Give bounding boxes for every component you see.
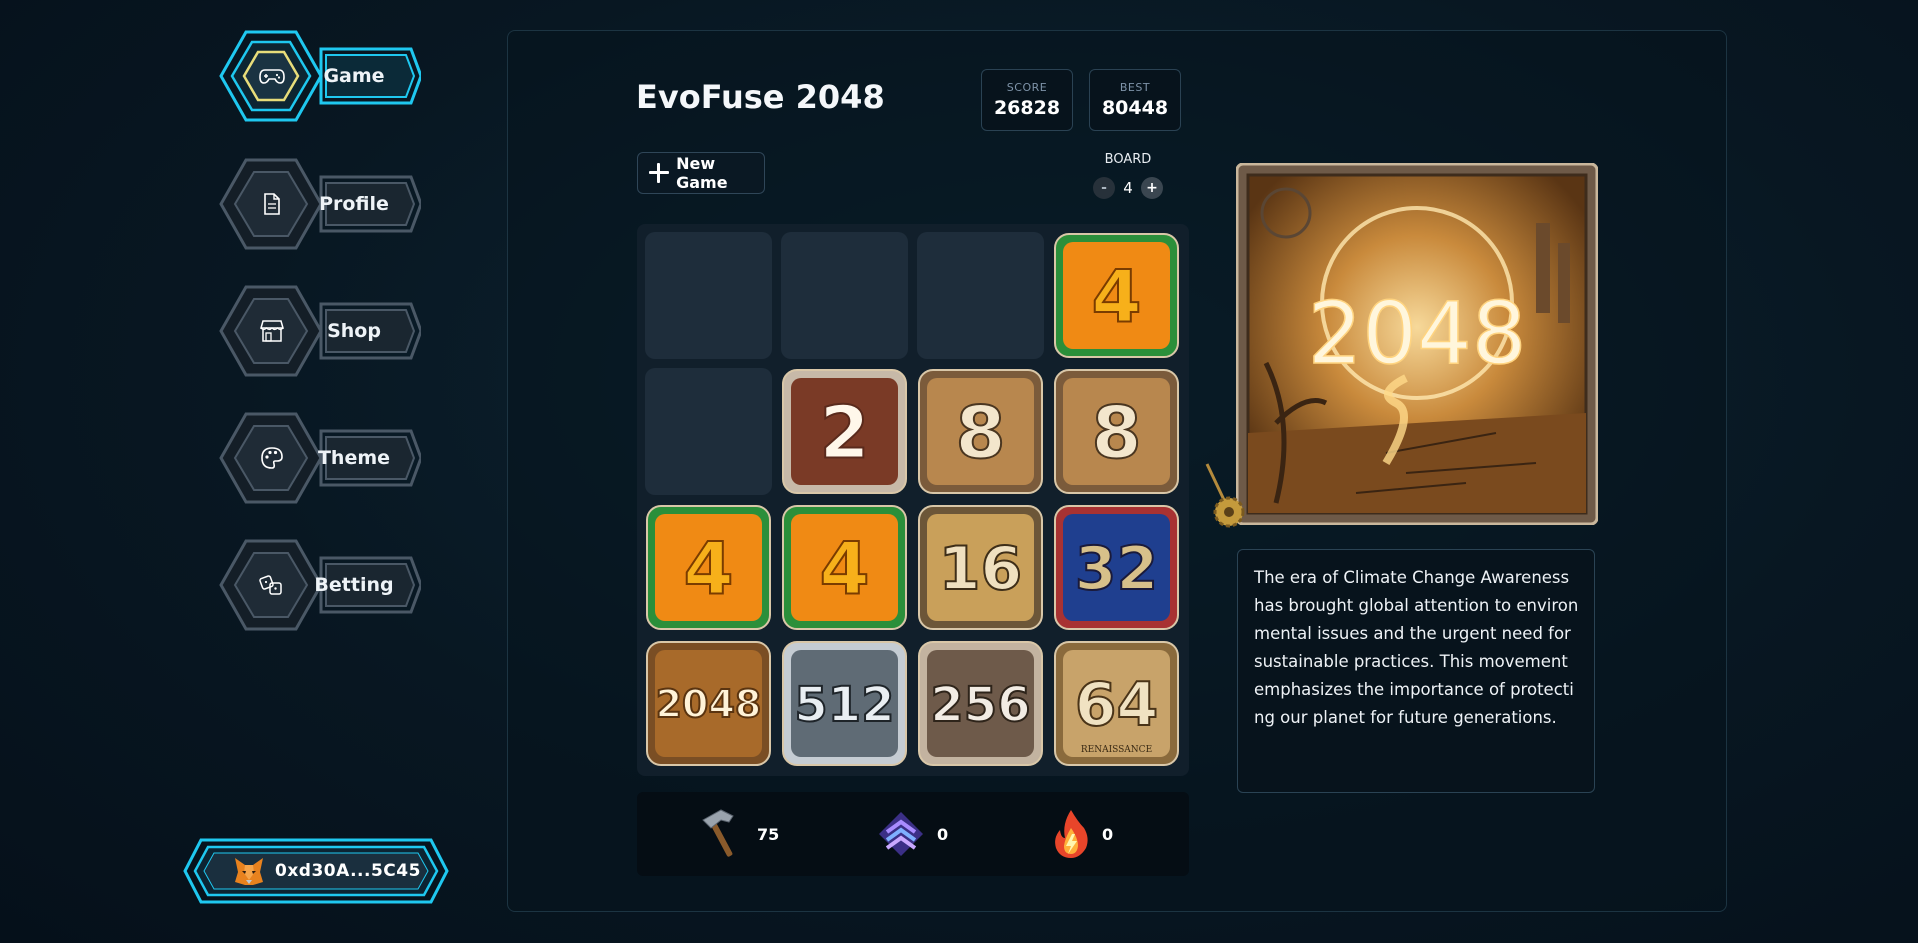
gamepad-icon	[254, 58, 290, 94]
new-game-label: New Game	[676, 154, 728, 192]
booster-hammer[interactable]: 75	[699, 808, 779, 860]
featured-tile-artwork: 2048	[1235, 162, 1599, 526]
tile-value: 64	[1075, 670, 1159, 740]
dice-icon	[254, 567, 290, 603]
upgrade-chevrons-icon	[879, 812, 923, 856]
booster-count: 0	[1102, 824, 1114, 844]
board-size-label: BOARD	[1104, 152, 1152, 167]
nav-label: Theme	[317, 447, 391, 469]
tile-value: 4	[683, 526, 733, 610]
best-value: 80448	[1101, 97, 1169, 119]
store-icon	[254, 313, 290, 349]
tile-value: 512	[794, 677, 894, 733]
tile-value: 2048	[656, 682, 762, 726]
tile-value: 32	[1075, 534, 1159, 604]
empty-cell	[645, 368, 772, 495]
tile-value: 4	[819, 526, 869, 610]
tile-value: 8	[955, 390, 1005, 474]
tile-2: 2	[781, 368, 908, 495]
tile-16: 16	[917, 504, 1044, 631]
tile-8: 8	[917, 368, 1044, 495]
tile-value: 4	[1091, 254, 1141, 338]
nav-item-shop[interactable]: Shop	[216, 285, 421, 377]
empty-cell	[917, 232, 1044, 359]
score-label: SCORE	[1006, 81, 1048, 94]
tile-4: 4	[645, 504, 772, 631]
nav-label: Profile	[319, 193, 389, 215]
board-size-decrease-button[interactable]: -	[1093, 177, 1115, 199]
booster-bar: 75 0 0	[637, 792, 1189, 876]
nav-item-game[interactable]: Game	[216, 30, 421, 122]
game-board[interactable]: 4 2 8 8 4 4 16 32 2048 512 256 64 RENAISSANCE	[637, 224, 1189, 776]
gear-icon	[1205, 463, 1245, 528]
tile-value: 256	[930, 677, 1030, 733]
booster-count: 0	[937, 824, 949, 844]
booster-count: 75	[757, 824, 780, 844]
board-size-value: 4	[1123, 179, 1133, 197]
tile-4: 4	[781, 504, 908, 631]
tile-description: The era of Climate Change Awareness has …	[1237, 549, 1595, 793]
tile-512: 512	[781, 640, 908, 767]
best-box: BEST 80448	[1089, 69, 1181, 131]
tile-4: 4	[1053, 232, 1180, 359]
tile-32: 32	[1053, 504, 1180, 631]
tile-caption: RENAISSANCE	[1081, 745, 1152, 755]
nav-label: Shop	[327, 320, 381, 342]
new-game-button[interactable]: New Game	[637, 152, 765, 194]
nav-item-betting[interactable]: Betting	[216, 539, 421, 631]
wallet-button[interactable]: 0xd30A...5C45	[183, 838, 449, 904]
wallet-address: 0xd30A...5C45	[275, 861, 421, 881]
score-value: 26828	[993, 97, 1061, 119]
tile-value: 2	[819, 390, 869, 474]
board-size-increase-button[interactable]: +	[1141, 177, 1163, 199]
empty-cell	[645, 232, 772, 359]
score-box: SCORE 26828	[981, 69, 1073, 131]
tile-value: 8	[1091, 390, 1141, 474]
nav-label: Betting	[314, 574, 394, 596]
nav-label: Game	[323, 65, 385, 87]
hammer-icon	[702, 809, 734, 857]
empty-cell	[781, 232, 908, 359]
booster-fire[interactable]: 0	[1052, 808, 1113, 860]
tile-2048: 2048	[645, 640, 772, 767]
document-icon	[254, 186, 290, 222]
best-label: BEST	[1119, 81, 1151, 94]
tile-8: 8	[1053, 368, 1180, 495]
nav-item-profile[interactable]: Profile	[216, 158, 421, 250]
tile-value: 16	[939, 534, 1023, 604]
tile-64: 64 RENAISSANCE	[1053, 640, 1180, 767]
palette-icon	[254, 440, 290, 476]
plus-icon	[648, 162, 670, 184]
featured-tile-value: 2048	[1308, 284, 1527, 384]
nav-item-theme[interactable]: Theme	[216, 412, 421, 504]
booster-upgrade[interactable]: 0	[877, 808, 948, 860]
tile-256: 256	[917, 640, 1044, 767]
fox-icon	[235, 858, 263, 885]
fire-icon	[1055, 810, 1088, 858]
game-title: EvoFuse 2048	[636, 78, 885, 116]
